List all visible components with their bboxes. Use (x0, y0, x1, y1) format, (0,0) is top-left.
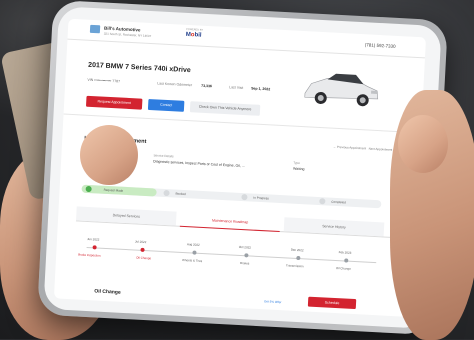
tab-maintenance-roadmap[interactable]: Maintenance Roadmap (179, 211, 281, 233)
appointment-type-value: Waiting (292, 166, 305, 172)
timeline-date: Aug 2022 (186, 242, 200, 247)
vehicle-title[interactable]: 2017 BMW 7 Series 740i xDrive (88, 62, 191, 74)
timeline-dot[interactable] (92, 245, 97, 250)
last-visit-label: Last Visit (229, 85, 244, 90)
maintenance-roadmap-timeline: Jun 2022 Brake Inspection Jul 2022 Oil C… (78, 235, 377, 300)
car-image (304, 73, 379, 107)
timeline-item[interactable]: Oil Change (136, 256, 151, 261)
appointment-nav[interactable]: ← Previous Appointment Next Appointment … (333, 145, 396, 152)
tab-service-history[interactable]: Service History (283, 217, 385, 237)
step-booked-icon (163, 189, 170, 197)
timeline-date: Oct 2022 (238, 244, 252, 250)
vehicle-vin: VIN •••••••••••••• 7787 (87, 77, 121, 84)
contact-button[interactable]: Contact (147, 98, 185, 112)
service-details-value: Diagnostic services, Inspect Parts or Co… (153, 159, 245, 169)
service-tabs: Delayed Services Maintenance Roadmap Ser… (75, 206, 397, 239)
step-in-progress-icon (241, 193, 248, 201)
right-thumb (398, 115, 448, 173)
timeline-line (86, 246, 377, 263)
oil-change-offer-link[interactable]: Get 5% Offer (264, 299, 282, 304)
timeline-item[interactable]: Wheels & Tires (182, 258, 202, 263)
appointment-type-label: Type (293, 160, 300, 165)
timeline-dot[interactable] (296, 255, 301, 261)
mobil-logo: Mobil (185, 31, 202, 39)
oil-change-schedule-button[interactable]: Schedule (307, 296, 357, 310)
timeline-dot[interactable] (244, 253, 249, 258)
left-thumb (80, 125, 138, 185)
timeline-item[interactable]: Brake Inspection (78, 253, 101, 258)
timeline-item[interactable]: Transmission (286, 263, 304, 268)
timeline-date: Dec 2022 (290, 247, 304, 253)
timeline-dot[interactable] (192, 250, 197, 255)
oil-change-title: Oil Change (94, 288, 121, 296)
timeline-date: Feb 2023 (338, 250, 352, 255)
timeline-dot[interactable] (140, 247, 145, 252)
business-address: 321 South St, Rochester, NY 14607 (103, 31, 152, 39)
mileage-label: Last Known Odometer (157, 81, 193, 88)
tab-delayed-services[interactable]: Delayed Services (76, 206, 177, 226)
request-appointment-button[interactable]: Request Appointment (85, 95, 143, 110)
business-logo (89, 24, 101, 34)
mileage-value: 73,336 (201, 83, 213, 89)
dont-own-vehicle-button[interactable]: Check Own This Vehicle Anymore (189, 101, 261, 116)
step-in-progress: In Progress (253, 195, 269, 201)
timeline-date: Jul 2022 (134, 239, 147, 245)
step-completed: Completed (331, 199, 346, 205)
step-completed-icon (319, 198, 326, 205)
timeline-date: Jun 2022 (86, 236, 100, 242)
timeline-dot[interactable] (344, 258, 349, 263)
step-booked: Booked (175, 191, 186, 197)
appointment-progress: Request Made Booked In Progress Complete… (81, 184, 382, 209)
service-details-label: Service Details (153, 153, 174, 159)
timeline-item[interactable]: Brakes (240, 261, 250, 265)
last-visit-value: Sep 1, 2022 (251, 86, 271, 92)
business-phone[interactable]: (781) 592-7330 (365, 42, 396, 49)
timeline-item[interactable]: Oil Change (336, 266, 351, 271)
